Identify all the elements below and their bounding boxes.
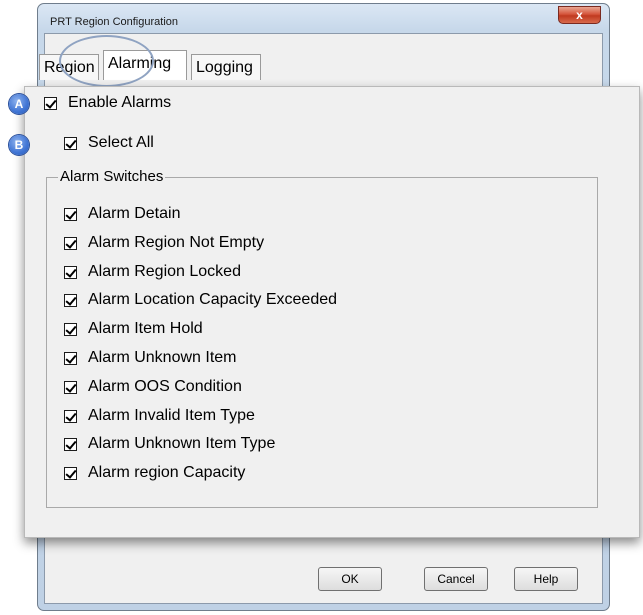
alarm-switches-group <box>46 177 598 508</box>
alarm-switch-label: Alarm Location Capacity Exceeded <box>88 291 338 308</box>
cancel-button[interactable]: Cancel <box>424 567 488 591</box>
alarm-switch-check[interactable] <box>64 351 77 365</box>
alarm-switch-check[interactable] <box>64 265 77 279</box>
alarm-switch-item[interactable]: Alarm OOS Condition <box>64 377 242 397</box>
alarm-switch-label: Alarm Detain <box>88 205 181 222</box>
select-all-check[interactable] <box>64 136 77 150</box>
alarm-switch-check[interactable] <box>64 437 77 451</box>
alarm-switch-item[interactable]: Alarm Item Hold <box>64 319 203 339</box>
enable-alarms-check[interactable] <box>44 96 57 110</box>
alarm-switch-item[interactable]: Alarm Invalid Item Type <box>64 406 255 426</box>
alarm-switch-item[interactable]: Alarm Location Capacity Exceeded <box>64 290 337 310</box>
alarm-switch-check[interactable] <box>64 380 77 394</box>
annotation-badge-b: B <box>9 135 29 155</box>
alarm-switch-item[interactable]: Alarm Unknown Item <box>64 348 237 368</box>
alarm-switch-check[interactable] <box>64 293 77 307</box>
alarm-switch-check[interactable] <box>64 236 77 250</box>
alarm-switch-item[interactable]: Alarm region Capacity <box>64 463 245 483</box>
tab-region[interactable]: Region <box>39 54 99 80</box>
alarm-switch-label: Alarm Unknown Item Type <box>88 435 276 452</box>
enable-alarms-label: Enable Alarms <box>68 94 172 111</box>
enable-alarms-checkbox[interactable]: Enable Alarms <box>44 93 171 113</box>
window-title: PRT Region Configuration <box>50 16 179 28</box>
alarm-switch-label: Alarm Unknown Item <box>88 349 237 366</box>
alarm-switch-label: Alarm region Capacity <box>88 464 246 481</box>
alarm-switch-label: Alarm Item Hold <box>88 320 203 337</box>
close-icon: x <box>576 8 583 22</box>
help-button[interactable]: Help <box>514 567 578 591</box>
alarm-switch-item[interactable]: Alarm Detain <box>64 204 180 224</box>
annotation-badge-a: A <box>9 94 29 114</box>
alarm-switch-check[interactable] <box>64 466 77 480</box>
tab-logging[interactable]: Logging <box>191 54 261 80</box>
alarm-switch-label: Alarm OOS Condition <box>88 378 242 395</box>
alarm-switch-item[interactable]: Alarm Unknown Item Type <box>64 434 275 454</box>
alarm-switch-label: Alarm Region Locked <box>88 263 241 280</box>
alarm-switch-check[interactable] <box>64 409 77 423</box>
select-all-label: Select All <box>88 134 154 151</box>
close-button[interactable]: x <box>558 6 601 24</box>
alarm-switch-label: Alarm Invalid Item Type <box>88 407 255 424</box>
alarm-switch-check[interactable] <box>64 207 77 221</box>
alarm-switch-item[interactable]: Alarm Region Not Empty <box>64 233 264 253</box>
select-all-checkbox[interactable]: Select All <box>64 133 154 153</box>
alarm-switch-check[interactable] <box>64 322 77 336</box>
alarm-switch-label: Alarm Region Not Empty <box>88 234 265 251</box>
ok-button[interactable]: OK <box>318 567 382 591</box>
alarm-switch-item[interactable]: Alarm Region Locked <box>64 262 241 282</box>
tab-alarming[interactable]: Alarming <box>103 50 187 80</box>
alarm-switches-title: Alarm Switches <box>58 168 166 185</box>
